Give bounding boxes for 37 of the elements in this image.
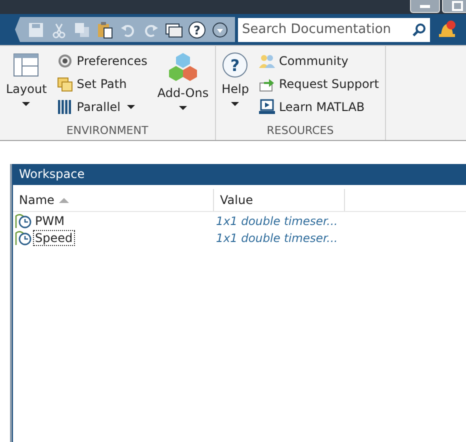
group-title: RESOURCES <box>266 124 335 139</box>
envelope-arrow-icon <box>258 76 275 92</box>
request-support-button[interactable]: Request Support <box>256 74 381 94</box>
variable-value: 1x1 double timeser... <box>216 230 338 244</box>
gear-icon <box>56 53 73 69</box>
windows-icon[interactable] <box>165 20 183 38</box>
search-field[interactable]: Search Documentation <box>238 18 430 42</box>
community-button[interactable]: Community <box>256 51 381 71</box>
preferences-button[interactable]: Preferences <box>54 51 150 71</box>
search-icon[interactable] <box>412 22 426 36</box>
set-path-button[interactable]: Set Path <box>54 74 150 94</box>
dropdown-icon[interactable] <box>211 20 229 38</box>
variable-name[interactable]: Speed <box>33 230 75 246</box>
cubes-icon <box>168 52 198 82</box>
clipboard-icon[interactable] <box>96 20 114 38</box>
grid-icon <box>13 52 40 78</box>
help-icon: ? <box>222 52 248 78</box>
clock-chart-icon <box>15 229 32 246</box>
group-title: ENVIRONMENT <box>65 124 150 139</box>
column-header[interactable]: Value <box>214 189 345 211</box>
restore-button[interactable] <box>442 0 466 13</box>
layout-button[interactable]: Layout <box>4 49 49 124</box>
help-button[interactable]: ? Help <box>220 49 251 124</box>
minimize-button[interactable] <box>410 0 440 13</box>
learn-matlab-button[interactable]: Learn MATLAB <box>256 97 381 117</box>
monitor-icon <box>258 99 275 115</box>
add-ons-button[interactable]: Add-Ons <box>155 49 211 124</box>
variable-name[interactable]: PWM <box>33 212 66 228</box>
panel-title: Workspace <box>13 164 466 185</box>
folders-icon <box>56 76 73 92</box>
column-header[interactable]: Name <box>13 189 214 211</box>
people-icon <box>258 53 275 69</box>
variable-value: 1x1 double timeser... <box>216 214 338 228</box>
help-icon[interactable]: ? <box>188 20 206 38</box>
parallel-button[interactable]: Parallel <box>54 97 150 117</box>
bars-icon <box>56 99 73 115</box>
clock-chart-icon <box>15 212 32 229</box>
